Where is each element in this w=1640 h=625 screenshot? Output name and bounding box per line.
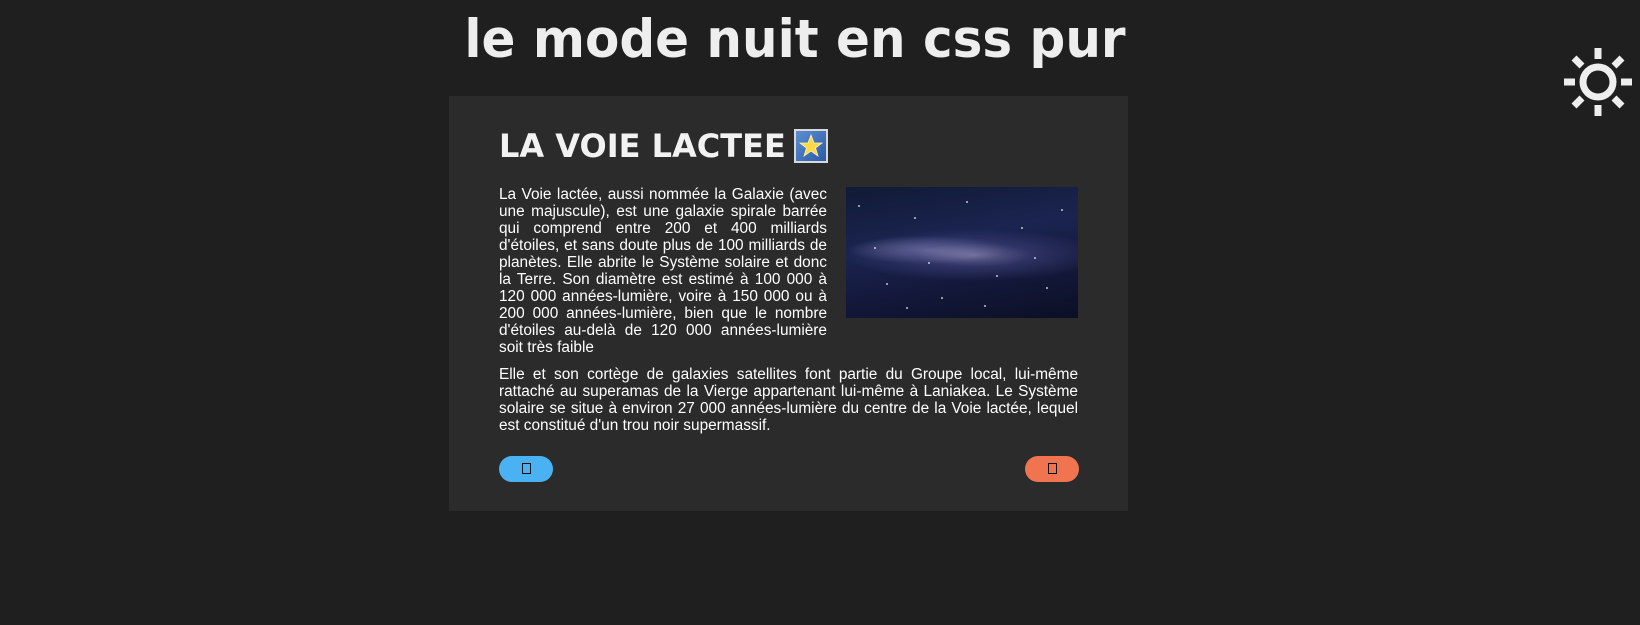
missing-glyph-icon (1047, 463, 1057, 474)
left-action-button[interactable] (499, 456, 553, 482)
page-title: Le mode nuit en CSS pur (464, 8, 1126, 70)
article-paragraph-2: Elle et son cortège de galaxies satellit… (499, 366, 1078, 434)
theme-toggle-button[interactable] (1562, 46, 1634, 118)
article-card: La Voie Lactee La Voie lactée, aussi nom… (449, 96, 1128, 511)
article-title-row: La Voie Lactee (499, 126, 1078, 166)
star-icon (793, 129, 828, 163)
milky-way-image (846, 187, 1078, 318)
article-title: La Voie Lactee (499, 127, 786, 165)
missing-glyph-icon (521, 463, 531, 474)
article-paragraph-1: La Voie lactée, aussi nommée la Galaxie … (499, 186, 827, 356)
right-action-button[interactable] (1025, 456, 1079, 482)
sun-icon (1564, 48, 1632, 116)
